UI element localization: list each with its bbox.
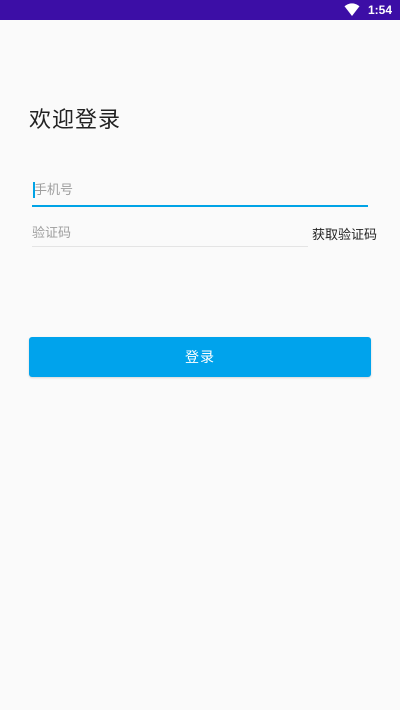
get-code-button[interactable]: 获取验证码 <box>312 224 377 243</box>
phone-field[interactable] <box>32 176 368 207</box>
wifi-icon <box>344 3 360 17</box>
page-title: 欢迎登录 <box>29 108 122 133</box>
status-bar: 1:54 <box>0 0 400 20</box>
code-field[interactable] <box>32 220 308 247</box>
status-time: 1:54 <box>367 3 392 17</box>
login-button[interactable]: 登录 <box>29 337 371 377</box>
text-cursor <box>33 182 35 198</box>
verification-code-input[interactable] <box>32 220 308 246</box>
phone-input[interactable] <box>32 176 368 205</box>
